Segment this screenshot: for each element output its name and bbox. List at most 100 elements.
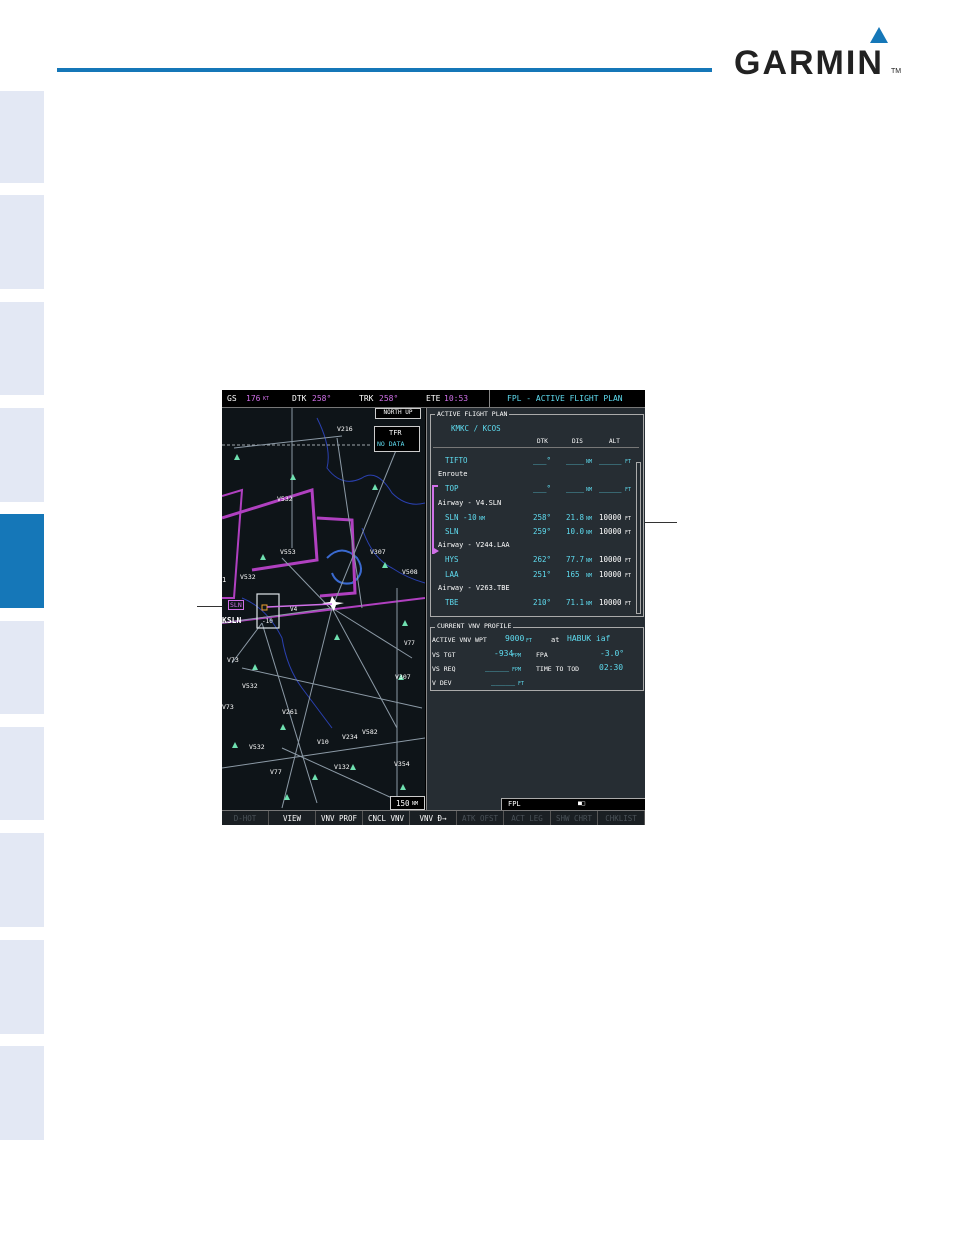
airway-label-v77: V77	[270, 768, 282, 776]
waypoint-dtk: 258°	[533, 512, 552, 522]
active-flight-plan-title: ACTIVE FLIGHT PLAN	[435, 410, 510, 418]
fpl-header-separator	[433, 447, 639, 448]
vs-req-value: _____	[485, 663, 510, 672]
waypoint-dtk: 210°	[533, 598, 552, 607]
chapter-tab-9[interactable]	[0, 940, 44, 1034]
garmin-logo-triangle-icon	[870, 27, 888, 43]
flight-plan-row[interactable]: TIFTO ___° ____ NM _____ FT	[427, 456, 639, 468]
active-vnv-wpt-alt-unit: FT	[526, 638, 533, 644]
active-vnv-wpt-label: ACTIVE VNV WPT	[432, 636, 487, 644]
airway-label-v354: V354	[394, 760, 410, 768]
waypoint-dtk: 262°	[533, 555, 552, 565]
chapter-tab-8[interactable]	[0, 833, 44, 927]
softkey-5[interactable]: VNV Đ→	[410, 811, 457, 825]
chapter-tab-10[interactable]	[0, 1046, 44, 1140]
softkey-2[interactable]: VIEW	[269, 811, 316, 825]
chapter-tab-6[interactable]	[0, 621, 44, 714]
chapter-tab-1[interactable]	[0, 91, 44, 183]
flight-plan-section-header: Airway - V263.TBE	[427, 584, 639, 596]
vs-tgt-label: VS TGT	[432, 651, 456, 659]
map-orientation: NORTH UP	[375, 408, 421, 419]
sln-offset-label: -10	[262, 618, 273, 625]
map-range-value: 150	[396, 799, 410, 808]
airway-label-v532-west: V532	[240, 573, 256, 581]
page-title: FPL - ACTIVE FLIGHT PLAN	[507, 394, 623, 403]
waypoint-dis: ____	[566, 484, 585, 494]
ksln-airport-label[interactable]: KSLN	[222, 616, 241, 625]
mfd-screen: GS 176 KT DTK 258° TRK 258° ETE 10:53 FP…	[222, 390, 645, 825]
softkey-9[interactable]: CHKLIST	[598, 811, 645, 825]
waypoint-dtk: 259°	[533, 527, 552, 536]
airway-label-v77-east: V77	[404, 640, 415, 647]
trk-value: 258°	[379, 394, 399, 403]
active-vnv-wpt-name: HABUK iaf	[567, 634, 611, 643]
time-to-tod-label: TIME TO TOD	[536, 665, 580, 673]
map-range-unit: NM	[412, 801, 419, 807]
vs-req-label: VS REQ	[432, 665, 456, 673]
softkey-4[interactable]: CNCL VNV	[363, 811, 410, 825]
waypoint-alt-unit: FT	[625, 572, 632, 579]
tfr-label: TFR	[389, 429, 402, 437]
flight-plan-row[interactable]: TOP ___° ____ NM _____ FT	[427, 484, 639, 496]
trk-label: TRK	[359, 394, 374, 403]
chapter-tab-3[interactable]	[0, 302, 44, 395]
airway-label-v553: V553	[280, 548, 296, 556]
waypoint-name: LAA	[445, 569, 459, 579]
chapter-tab-7[interactable]	[0, 727, 44, 820]
airway-label-v532-north: V532	[277, 495, 293, 503]
section-label: Enroute	[438, 470, 468, 479]
airway-label-v4: V4	[290, 606, 298, 613]
v-dev-unit: FT	[518, 681, 525, 687]
section-label: Airway - V244.LAA	[438, 541, 510, 550]
waypoint-name: SLN -10	[445, 512, 477, 522]
airway-label-v10: V10	[317, 738, 329, 746]
sln-waypoint-label[interactable]: SLN	[228, 600, 244, 610]
dtk-label: DTK	[292, 394, 307, 403]
waypoint-dis-unit: NM	[586, 459, 593, 465]
gs-value: 176	[246, 394, 261, 403]
time-to-tod-value: 02:30	[599, 663, 624, 672]
softkey-7[interactable]: ACT LEG	[504, 811, 551, 825]
fpl-scrollbar[interactable]	[636, 462, 641, 614]
waypoint-dis-unit: NM	[586, 530, 593, 536]
flight-plan-row[interactable]: SLN -10 NM 258° 21.8 NM 10000 FT	[427, 513, 639, 525]
flight-plan-row[interactable]: SLN 259° 10.0 NM 10000 FT	[427, 527, 639, 539]
ete-value: 10:53	[444, 394, 469, 403]
flight-plan-row[interactable]: TBE 210° 71.1 NM 10000 FT	[427, 598, 639, 610]
section-label: Airway - V4.SLN	[438, 498, 502, 507]
waypoint-alt: 10000	[599, 555, 622, 565]
airway-label-v216: V216	[337, 425, 353, 433]
flight-plan-row[interactable]: LAA 251° 165 NM 10000 FT	[427, 570, 639, 582]
airway-label-v132: V132	[334, 763, 350, 771]
status-bar: GS 176 KT DTK 258° TRK 258° ETE 10:53 FP…	[222, 390, 645, 408]
softkey-8[interactable]: SHW CHRT	[551, 811, 598, 825]
waypoint-dis-unit: NM	[586, 515, 593, 522]
waypoint-alt-unit: FT	[625, 558, 632, 565]
gs-unit: KT	[263, 396, 270, 402]
waypoint-dtk: 251°	[533, 569, 552, 579]
tfr-status-box: TFR NO DATA	[374, 426, 420, 452]
garmin-logo: GARMIN	[734, 44, 884, 82]
navigation-map[interactable]: V216 V532 V553 V307 V508 V532 V4 V77 V73…	[222, 408, 425, 810]
airway-label-v307-north: V307	[370, 548, 386, 556]
waypoint-alt: _____	[599, 456, 622, 465]
softkey-6[interactable]: ATK OFST	[457, 811, 504, 825]
waypoint-name: TBE	[445, 598, 459, 607]
v-dev-label: V DEV	[432, 679, 452, 687]
chapter-tab-5-active[interactable]	[0, 514, 44, 608]
map-range-box[interactable]: 150 NM	[390, 796, 425, 810]
chapter-tab-2[interactable]	[0, 195, 44, 289]
waypoint-dis-unit: NM	[586, 601, 593, 607]
waypoint-dis: 10.0	[566, 527, 585, 536]
waypoint-alt-unit: FT	[625, 601, 632, 607]
waypoint-dis: ____	[566, 456, 585, 465]
softkey-1[interactable]: D-HOT	[222, 811, 269, 825]
airway-label-v508: V508	[402, 568, 418, 576]
softkey-3[interactable]: VNV PROF	[316, 811, 363, 825]
flight-plan-row[interactable]: HYS 262° 77.7 NM 10000 FT	[427, 555, 639, 567]
waypoint-dis-unit: NM	[586, 558, 593, 565]
dtk-value: 258°	[312, 394, 332, 403]
waypoint-alt-unit: FT	[625, 515, 632, 522]
waypoint-alt: 10000	[599, 512, 622, 522]
chapter-tab-4[interactable]	[0, 408, 44, 502]
